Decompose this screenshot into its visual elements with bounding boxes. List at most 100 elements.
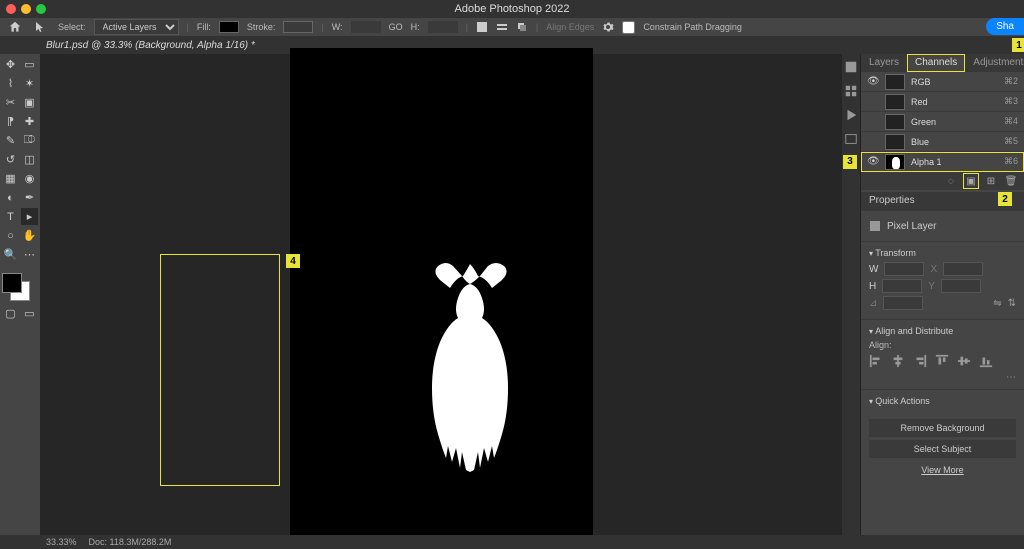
flip-v-icon[interactable]: ⇅ <box>1008 298 1016 309</box>
doc-size[interactable]: Doc: 118.3M/288.2M <box>89 537 172 547</box>
tab-channels[interactable]: Channels <box>907 54 965 72</box>
x-field[interactable] <box>943 262 983 276</box>
type-tool[interactable]: T <box>2 208 19 225</box>
home-icon[interactable] <box>8 20 22 34</box>
save-selection-icon[interactable]: ▣ <box>964 174 978 188</box>
align-label: Align: <box>869 340 1016 350</box>
tab-adjustments[interactable]: Adjustments <box>965 54 1024 72</box>
right-dock <box>842 54 860 535</box>
pixel-layer-icon <box>869 220 881 232</box>
align-icon[interactable] <box>496 21 508 33</box>
channel-green[interactable]: Green ⌘4 <box>861 112 1024 132</box>
gear-icon[interactable] <box>602 21 614 33</box>
remove-background-button[interactable]: Remove Background <box>869 419 1016 437</box>
shape-tool[interactable]: ○ <box>2 227 19 244</box>
channel-red[interactable]: Red ⌘3 <box>861 92 1024 112</box>
quick-mask-icon[interactable]: ▢ <box>2 305 19 322</box>
y-field[interactable] <box>941 279 981 293</box>
properties-panel: Properties Pixel Layer Transform W X H <box>861 192 1024 479</box>
swatches-panel-icon[interactable] <box>844 84 858 98</box>
path-select-tool[interactable]: ▸ <box>21 208 38 225</box>
color-swatches[interactable] <box>2 273 38 303</box>
height-field[interactable] <box>882 279 922 293</box>
align-center-v-icon[interactable] <box>957 354 971 368</box>
channel-name: Red <box>911 97 998 107</box>
channel-thumb <box>885 94 905 110</box>
share-button[interactable]: Sha <box>986 18 1024 35</box>
libraries-icon[interactable] <box>844 132 858 146</box>
flip-h-icon[interactable]: ⇋ <box>993 298 1001 309</box>
w-field[interactable] <box>351 21 381 33</box>
crop-tool[interactable]: ✂ <box>2 94 19 111</box>
arrange-icon[interactable] <box>516 21 528 33</box>
callout-2: 2 <box>998 192 1012 206</box>
stamp-tool[interactable]: ⎄ <box>21 132 38 149</box>
fg-color[interactable] <box>2 273 22 293</box>
h-field[interactable] <box>428 21 458 33</box>
hand-tool[interactable]: ✋ <box>21 227 38 244</box>
eraser-tool[interactable]: ◫ <box>21 151 38 168</box>
close-window[interactable] <box>6 4 16 14</box>
new-channel-icon[interactable]: ⊞ <box>984 174 998 188</box>
more-icon[interactable]: ⋯ <box>869 372 1016 383</box>
eye-icon[interactable]: 👁 <box>867 156 879 167</box>
constrain-checkbox[interactable] <box>622 21 635 34</box>
right-panels: Layers Channels Adjustments 1 👁 RGB ⌘2 R… <box>860 54 1024 535</box>
dodge-tool[interactable]: ◐ <box>2 189 19 206</box>
zoom-level[interactable]: 33.33% <box>46 537 77 547</box>
channel-name: Alpha 1 <box>911 157 998 167</box>
healing-tool[interactable]: ✚ <box>21 113 38 130</box>
path-ops-icon[interactable] <box>476 21 488 33</box>
align-left-icon[interactable] <box>869 354 883 368</box>
channel-alpha-1[interactable]: 3 👁 Alpha 1 ⌘6 <box>861 152 1024 172</box>
align-center-h-icon[interactable] <box>891 354 905 368</box>
screen-mode-icon[interactable]: ▭ <box>21 305 38 322</box>
channels-list: 👁 RGB ⌘2 Red ⌘3 Green ⌘4 Blue <box>861 72 1024 172</box>
transform-section[interactable]: Transform <box>869 248 1016 258</box>
eye-icon[interactable]: 👁 <box>867 76 879 87</box>
window-controls[interactable] <box>6 4 46 14</box>
fill-swatch[interactable] <box>219 21 239 33</box>
view-more-link[interactable]: View More <box>861 461 1024 479</box>
canvas-area[interactable]: 4 <box>40 54 842 535</box>
history-brush-tool[interactable]: ↺ <box>2 151 19 168</box>
blur-tool[interactable]: ◉ <box>21 170 38 187</box>
lasso-tool[interactable]: ⌇ <box>2 75 19 92</box>
load-selection-icon[interactable]: ◌ <box>944 174 958 188</box>
pen-tool[interactable]: ✒ <box>21 189 38 206</box>
play-icon[interactable] <box>844 108 858 122</box>
minimize-window[interactable] <box>21 4 31 14</box>
more-tools[interactable]: ⋯ <box>21 246 38 263</box>
select-subject-button[interactable]: Select Subject <box>869 440 1016 458</box>
selection-highlight <box>160 254 280 486</box>
align-top-icon[interactable] <box>935 354 949 368</box>
arrow-cursor-icon[interactable] <box>34 21 46 33</box>
quick-select-tool[interactable]: ✶ <box>21 75 38 92</box>
color-panel-icon[interactable] <box>844 60 858 74</box>
tab-layers[interactable]: Layers <box>861 54 907 72</box>
quick-actions-section[interactable]: Quick Actions <box>869 396 1016 406</box>
brush-tool[interactable]: ✎ <box>2 132 19 149</box>
marquee-tool[interactable]: ▭ <box>21 56 38 73</box>
align-bottom-icon[interactable] <box>979 354 993 368</box>
go-label: GO <box>389 22 403 32</box>
maximize-window[interactable] <box>36 4 46 14</box>
h-label: H <box>869 281 876 292</box>
width-field[interactable] <box>884 262 924 276</box>
fill-label: Fill: <box>197 22 211 32</box>
stroke-field[interactable] <box>283 21 313 33</box>
delete-channel-icon[interactable]: 🗑 <box>1004 174 1018 188</box>
canvas[interactable] <box>290 48 593 541</box>
channel-rgb[interactable]: 👁 RGB ⌘2 <box>861 72 1024 92</box>
angle-field[interactable] <box>883 296 923 310</box>
frame-tool[interactable]: ▣ <box>21 94 38 111</box>
align-right-icon[interactable] <box>913 354 927 368</box>
channel-blue[interactable]: Blue ⌘5 <box>861 132 1024 152</box>
gradient-tool[interactable]: ▦ <box>2 170 19 187</box>
select-dropdown[interactable]: Active Layers <box>94 19 179 35</box>
channel-thumb <box>885 154 905 170</box>
eyedropper-tool[interactable]: ⁋ <box>2 113 19 130</box>
align-section[interactable]: Align and Distribute <box>869 326 1016 336</box>
move-tool[interactable]: ✥ <box>2 56 19 73</box>
zoom-tool[interactable]: 🔍 <box>2 246 19 263</box>
